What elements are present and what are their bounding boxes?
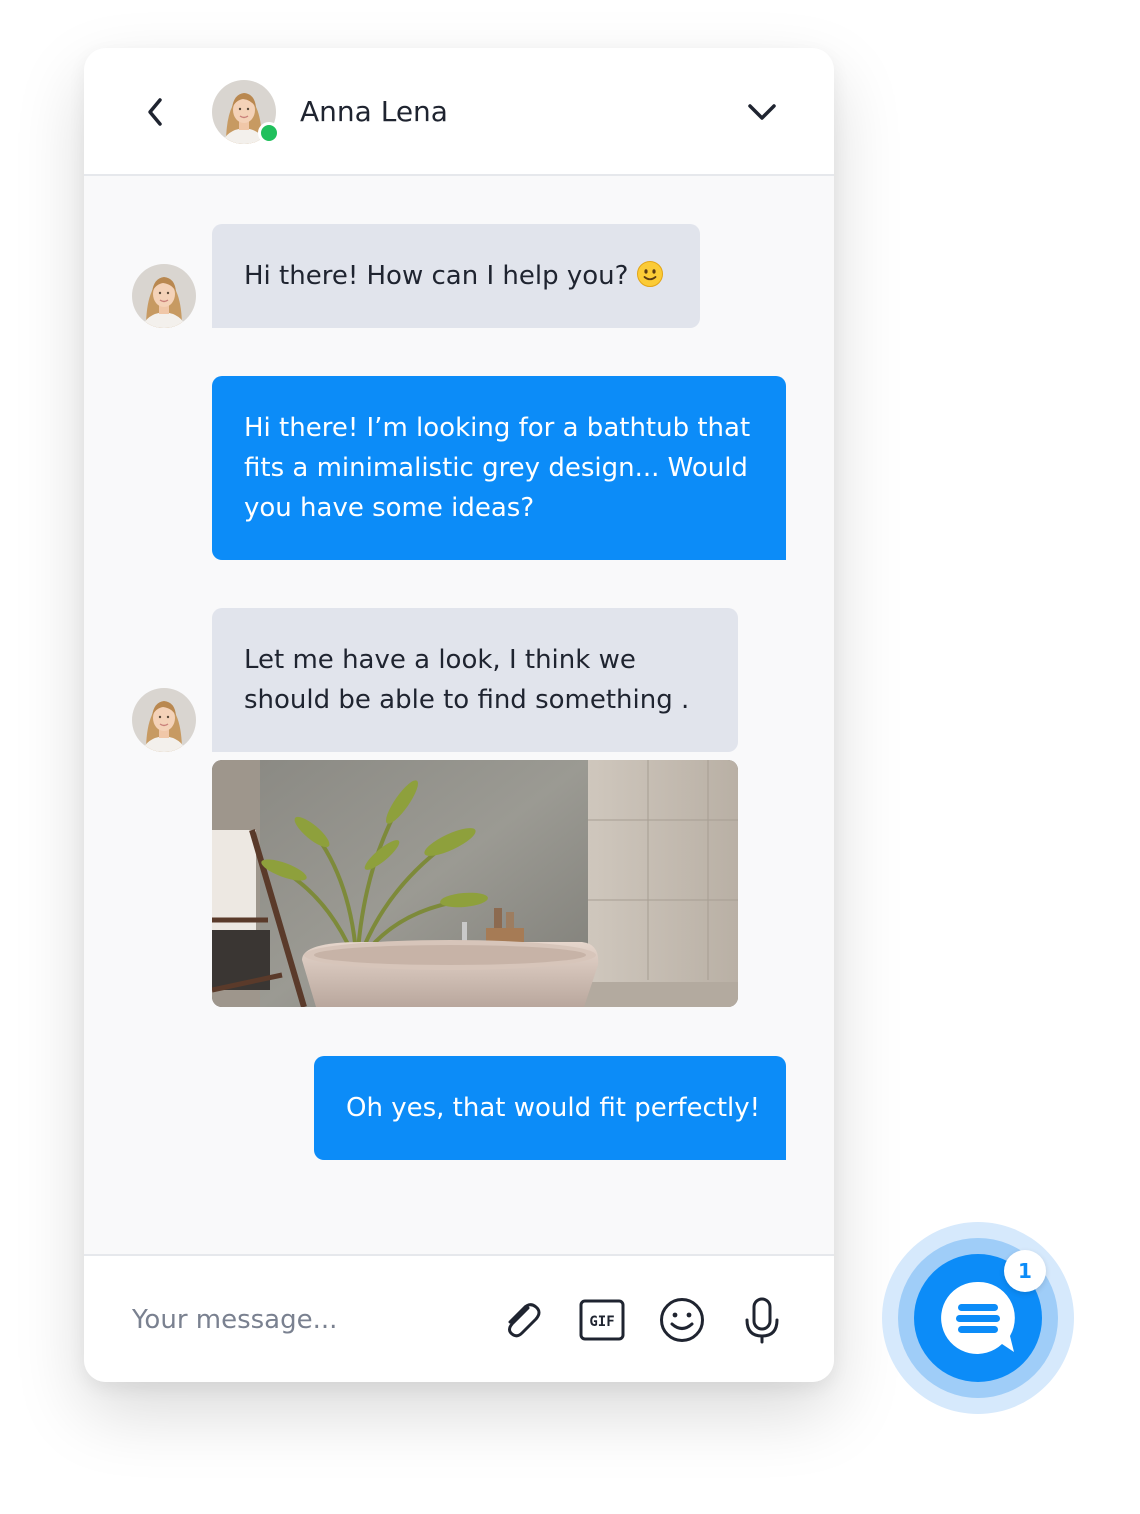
chevron-down-icon bbox=[748, 104, 776, 120]
contact-name: Anna Lena bbox=[300, 95, 448, 128]
chevron-left-icon bbox=[148, 98, 162, 126]
unread-count-badge: 1 bbox=[1004, 1250, 1046, 1292]
agent-avatar bbox=[132, 264, 196, 328]
collapse-button[interactable] bbox=[744, 94, 780, 130]
chat-bubble-icon bbox=[941, 1281, 1015, 1354]
emoji-button[interactable] bbox=[658, 1296, 706, 1344]
message-line: Let me have a look, I think we bbox=[244, 645, 636, 675]
emoji-icon bbox=[660, 1298, 704, 1342]
gif-button[interactable]: GIF bbox=[578, 1296, 626, 1344]
microphone-icon bbox=[745, 1297, 779, 1344]
gif-icon: GIF bbox=[579, 1299, 625, 1341]
message-text: Hi there! How can I help you? bbox=[244, 261, 629, 291]
agent-message: Let me have a look, I think we should be… bbox=[212, 608, 738, 752]
agent-message: Hi there! How can I help you? bbox=[212, 224, 700, 328]
message-input[interactable] bbox=[130, 1296, 484, 1344]
chat-launcher-button[interactable] bbox=[882, 1222, 1074, 1414]
gif-label: GIF bbox=[589, 1314, 614, 1330]
attach-file-button[interactable] bbox=[498, 1296, 546, 1344]
chat-window: Anna Lena Hi there! How can I help you? … bbox=[84, 48, 834, 1382]
agent-avatar bbox=[132, 688, 196, 752]
message-line: should be able to find something . bbox=[244, 685, 690, 715]
avatar bbox=[132, 264, 196, 328]
user-message: Oh yes, that would fit perfectly! bbox=[314, 1056, 786, 1160]
online-status-dot bbox=[258, 122, 280, 144]
chat-header: Anna Lena bbox=[84, 48, 834, 176]
message-composer: GIF bbox=[84, 1254, 834, 1382]
message-line: you have some ideas? bbox=[244, 493, 535, 523]
voice-message-button[interactable] bbox=[738, 1296, 786, 1344]
slightly-smiling-face-icon bbox=[637, 261, 664, 287]
paperclip-icon bbox=[508, 1303, 541, 1338]
contact-avatar bbox=[212, 80, 280, 144]
avatar bbox=[132, 688, 196, 752]
message-text: Oh yes, that would fit perfectly! bbox=[346, 1093, 761, 1123]
message-line: Hi there! I’m looking for a bathtub that bbox=[244, 413, 751, 443]
back-button[interactable] bbox=[140, 92, 172, 132]
user-message: Hi there! I’m looking for a bathtub that… bbox=[212, 376, 786, 560]
message-line: fits a minimalistic grey design... Would bbox=[244, 453, 748, 483]
bathtub-photo-image bbox=[212, 760, 738, 1007]
bathtub-photo-attachment[interactable] bbox=[212, 760, 738, 1007]
